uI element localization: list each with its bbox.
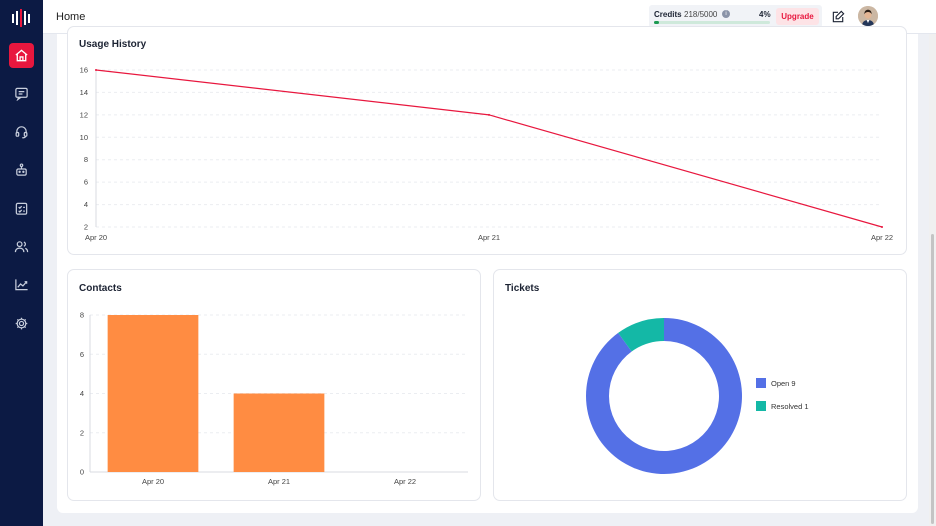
x-tick-label: Apr 22 [871, 233, 893, 242]
y-tick-label: 4 [80, 389, 84, 398]
usage-data-point [881, 226, 883, 228]
y-tick-label: 8 [80, 311, 84, 320]
sidebar-item-analytics[interactable] [9, 272, 34, 297]
usage-data-point [95, 69, 97, 71]
avatar-image [858, 6, 878, 26]
y-tick-label: 2 [80, 428, 84, 437]
legend-label: Open 9 [771, 379, 796, 388]
y-tick-label: 10 [80, 133, 88, 142]
credits-progress-fill [654, 21, 659, 24]
contacts-chart: 0 2 4 6 8 Apr 20 Apr 21 Apr 22 [80, 311, 468, 486]
user-avatar[interactable] [858, 6, 878, 26]
credits-widget: Credits 218/5000 i 4% Upgrade [649, 5, 822, 28]
scrollbar[interactable] [929, 34, 936, 526]
users-icon [14, 241, 29, 253]
sidebar-item-contacts[interactable] [9, 234, 34, 259]
contacts-card: Contacts 0 2 4 6 8 Apr 20 Apr 21 Apr 22 [67, 269, 481, 501]
analytics-icon [15, 279, 28, 291]
usage-series-line [95, 69, 883, 228]
x-tick-label: Apr 20 [142, 477, 164, 486]
x-tick-label: Apr 21 [268, 477, 290, 486]
legend-swatch [756, 378, 766, 388]
usage-history-card: Usage History 2 4 6 8 10 12 14 16 Apr 20 Apr 21 Ap… [67, 26, 907, 255]
sidebar-item-settings[interactable] [9, 311, 34, 336]
usage-history-chart: 2 4 6 8 10 12 14 16 Apr 20 Apr 21 Apr 22 [80, 66, 893, 243]
legend-label: Resolved 1 [771, 402, 809, 411]
credits-percentage: 4% [759, 10, 771, 19]
legend-swatch [756, 401, 766, 411]
home-icon [15, 49, 28, 62]
y-tick-label: 6 [80, 350, 84, 359]
sidebar-item-bot[interactable] [9, 157, 34, 182]
y-tick-label: 16 [80, 66, 88, 75]
usage-data-point [488, 113, 490, 116]
sidebar-item-support[interactable] [9, 119, 34, 144]
tickets-chart: Open 9 Resolved 1 [586, 318, 809, 474]
sidebar-item-chat[interactable] [9, 81, 34, 106]
contacts-bar [233, 393, 325, 472]
contacts-bar [107, 315, 199, 472]
credits-progress-bar [654, 21, 770, 24]
page-title: Home [56, 11, 86, 23]
tasks-icon [15, 202, 28, 215]
y-tick-label: 12 [80, 110, 88, 119]
sidebar [0, 0, 43, 526]
upgrade-button[interactable]: Upgrade [776, 8, 819, 25]
bot-icon [16, 163, 27, 176]
y-tick-label: 0 [80, 468, 84, 477]
sidebar-item-home[interactable] [9, 43, 34, 68]
y-tick-label: 14 [80, 88, 88, 97]
settings-icon [15, 317, 28, 330]
dashboard-content: Usage History 2 4 6 8 10 12 14 16 Apr 20 Apr 21 Ap… [57, 26, 918, 513]
x-tick-label: Apr 22 [394, 477, 416, 486]
scrollbar-thumb[interactable] [931, 234, 934, 524]
tickets-slice-open [586, 318, 742, 474]
y-tick-label: 4 [84, 200, 88, 209]
x-tick-label: Apr 21 [478, 233, 500, 242]
y-tick-label: 8 [84, 155, 88, 164]
chat-icon [15, 87, 28, 101]
credits-count: 218/5000 [684, 10, 718, 19]
tickets-card: Tickets Open 9 Resolved 1 [493, 269, 907, 501]
y-tick-label: 6 [84, 178, 88, 187]
y-tick-label: 2 [84, 223, 88, 232]
headset-icon [15, 126, 28, 139]
app-logo[interactable] [11, 9, 31, 27]
x-tick-label: Apr 20 [85, 233, 107, 242]
edit-icon[interactable] [831, 9, 846, 24]
info-icon[interactable]: i [722, 10, 730, 18]
sidebar-item-tasks[interactable] [9, 196, 34, 221]
credits-label: Credits [654, 10, 682, 19]
